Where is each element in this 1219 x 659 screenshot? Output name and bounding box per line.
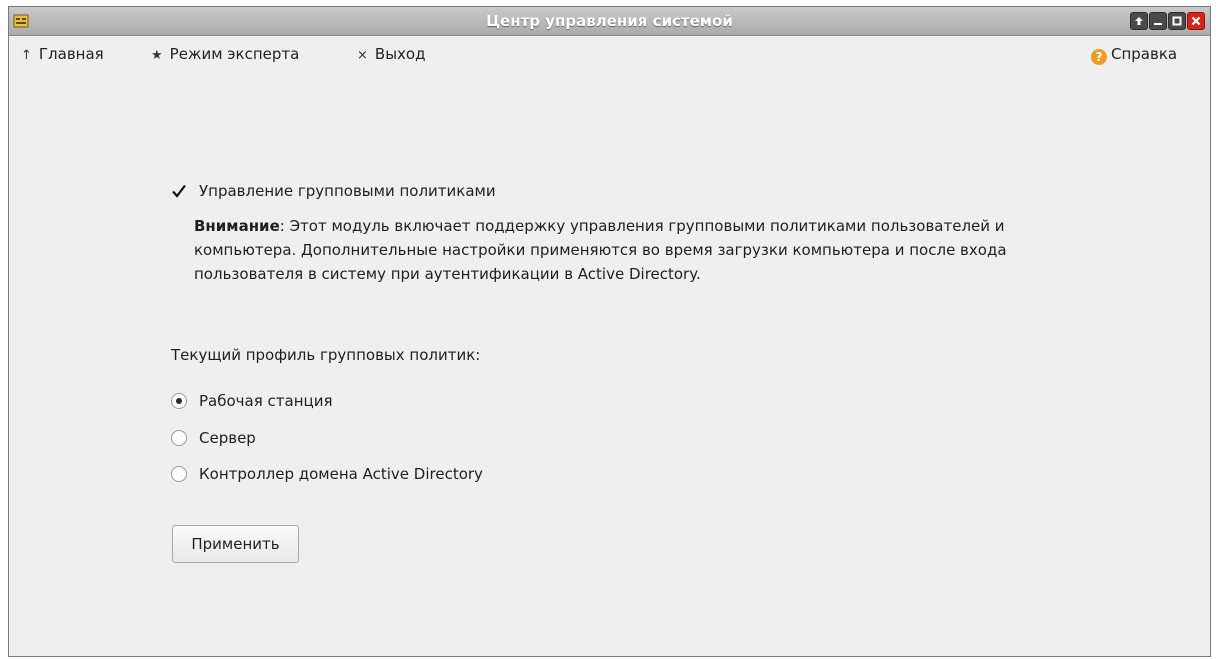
radio-workstation-button[interactable] — [171, 393, 187, 409]
notice-bold-label: Внимание — [194, 217, 280, 235]
radio-ad-controller-label: Контроллер домена Active Directory — [199, 465, 483, 483]
module-content: Управление групповыми политиками Внимани… — [9, 7, 1210, 656]
radio-workstation[interactable]: Рабочая станция — [171, 389, 332, 413]
notice-body: : Этот модуль включает поддержку управле… — [194, 217, 1007, 283]
radio-workstation-label: Рабочая станция — [199, 392, 333, 410]
radio-server[interactable]: Сервер — [171, 426, 256, 450]
group-policy-checkbox-row[interactable]: Управление групповыми политиками — [171, 180, 496, 202]
group-policy-checkbox[interactable] — [171, 183, 187, 199]
radio-ad-controller-button[interactable] — [171, 466, 187, 482]
group-policy-checkbox-label: Управление групповыми политиками — [199, 182, 496, 200]
radio-server-button[interactable] — [171, 430, 187, 446]
radio-server-label: Сервер — [199, 429, 256, 447]
apply-button[interactable]: Применить — [172, 525, 299, 563]
notice-text: Внимание: Этот модуль включает поддержку… — [194, 214, 1074, 286]
profile-heading: Текущий профиль групповых политик: — [171, 346, 481, 364]
radio-ad-controller[interactable]: Контроллер домена Active Directory — [171, 462, 483, 486]
app-window: Центр управления системой ↑ Главная ★ Режи… — [8, 6, 1211, 657]
